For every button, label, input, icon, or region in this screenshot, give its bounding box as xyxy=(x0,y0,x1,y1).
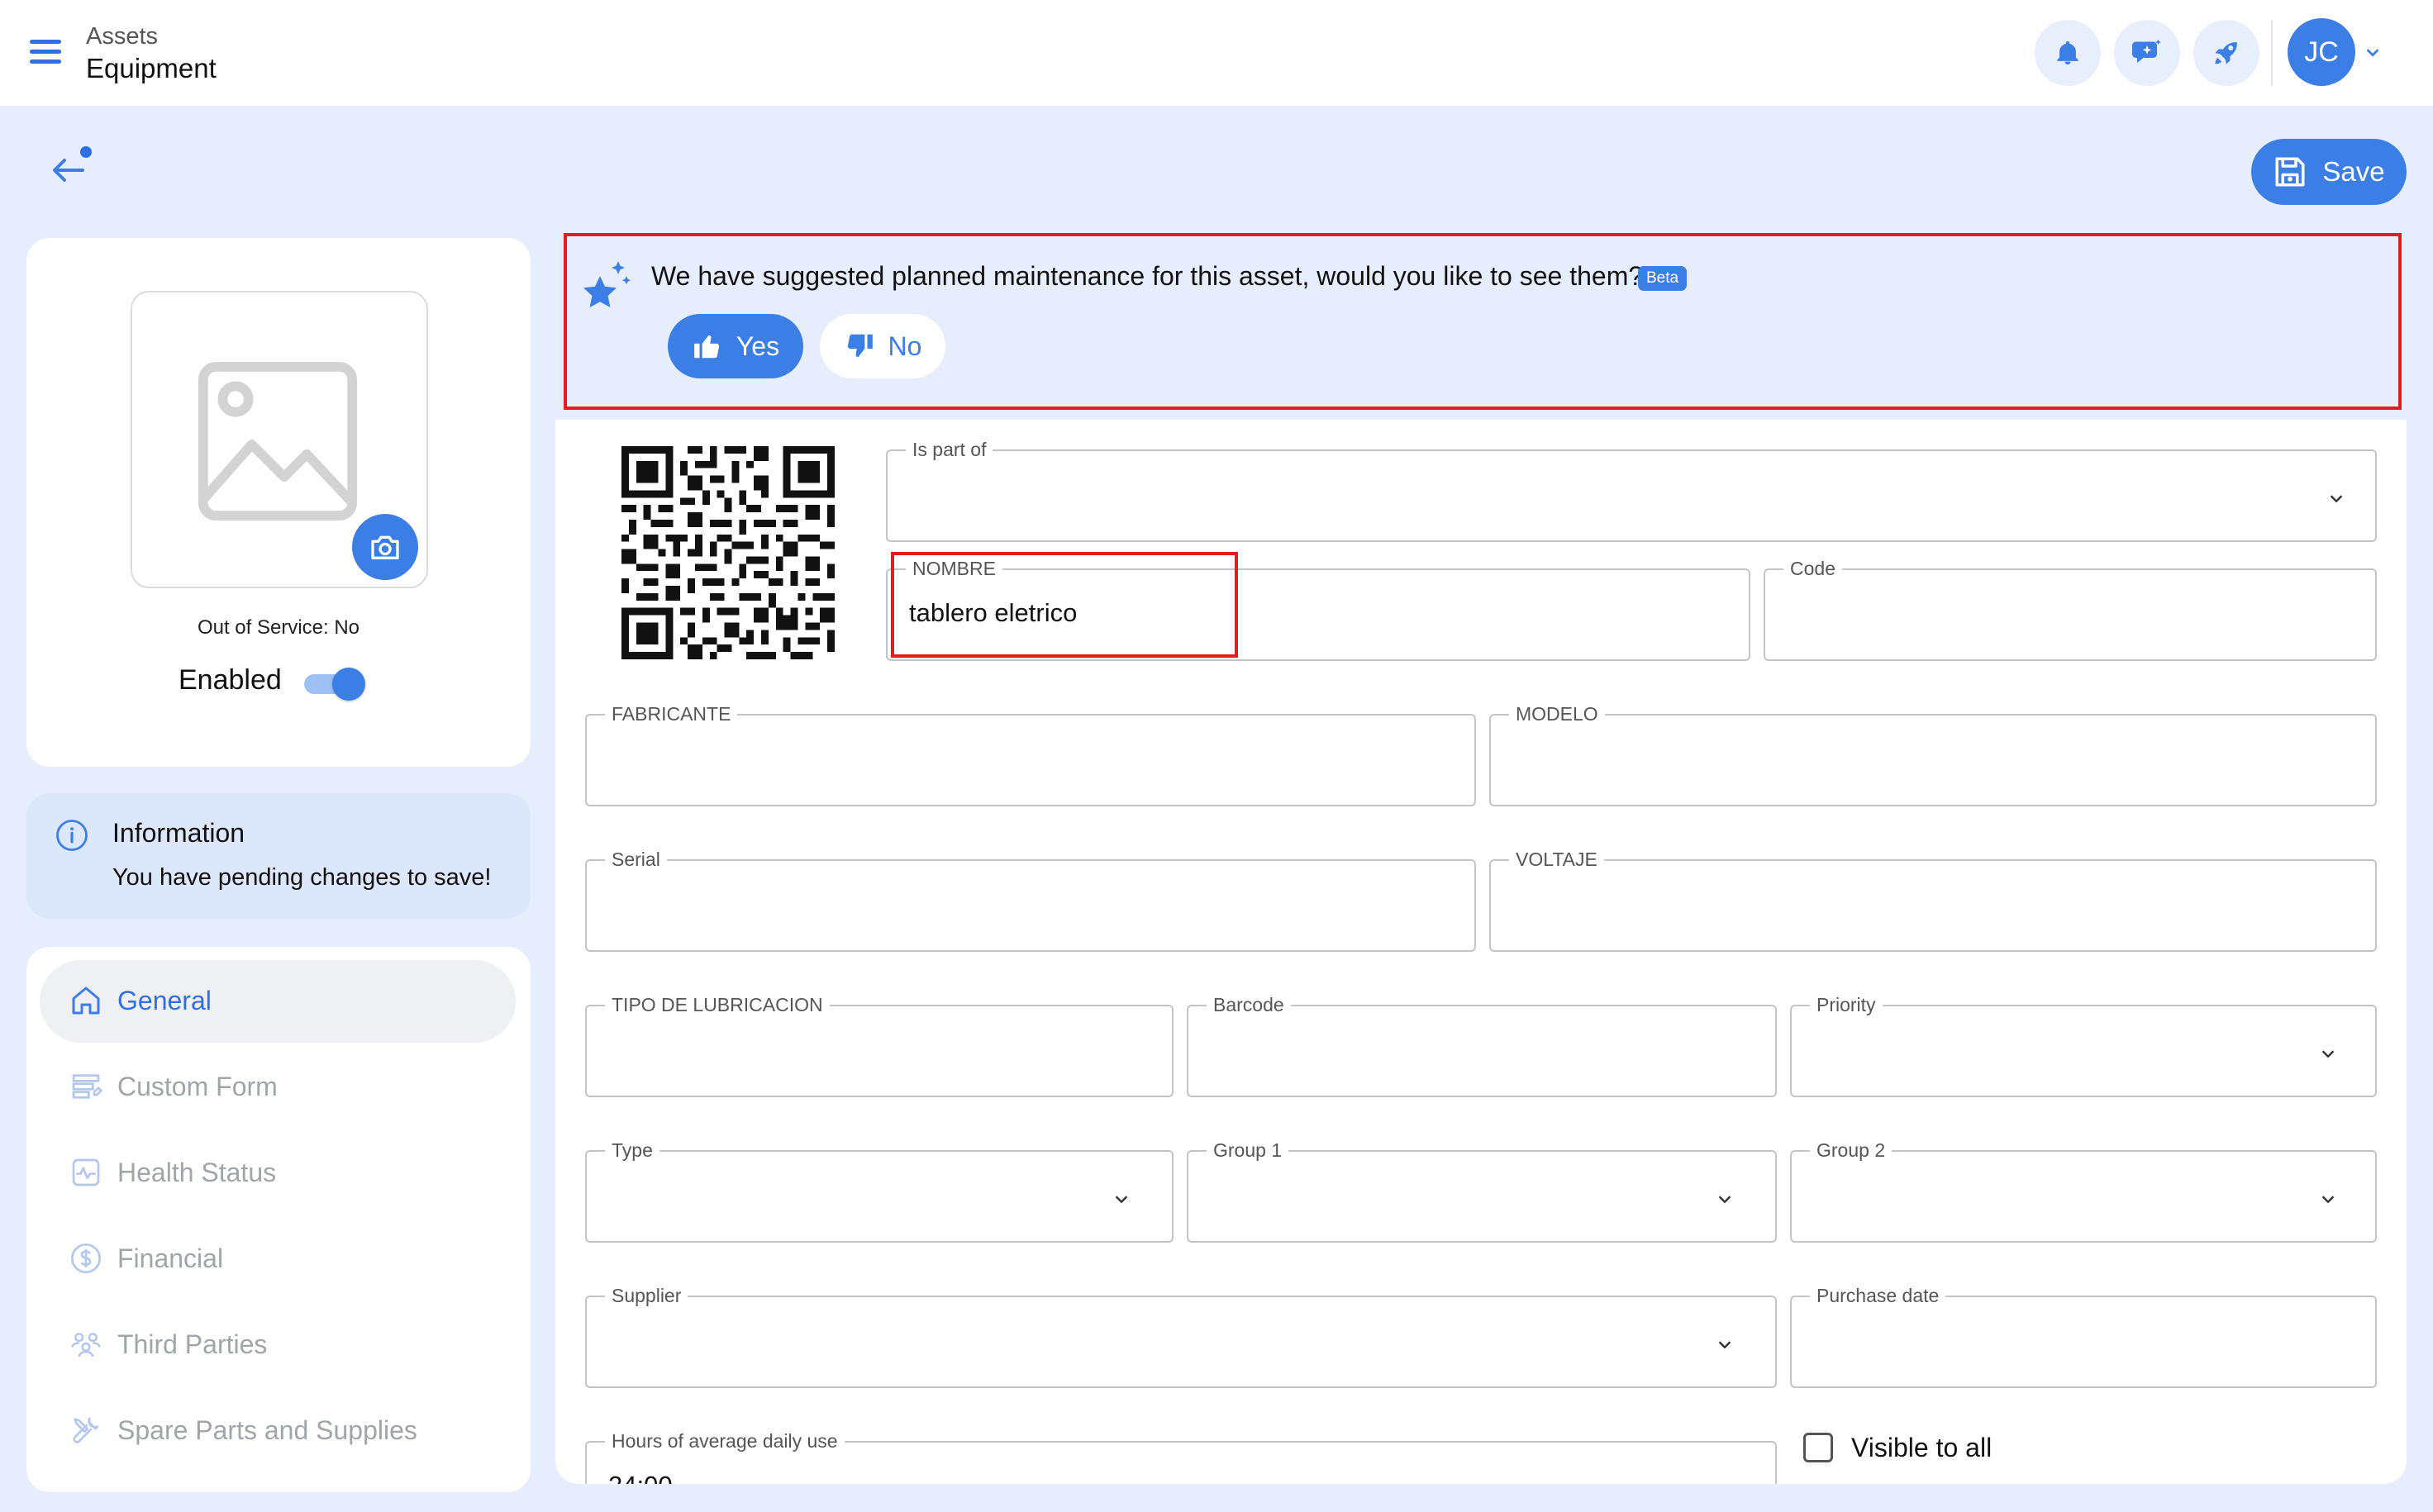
fabricante-field[interactable]: FABRICANTE xyxy=(585,702,1476,806)
barcode-field[interactable]: Barcode xyxy=(1187,993,1777,1097)
is-part-of-label: Is part of xyxy=(906,438,993,461)
purchase-date-field[interactable]: Purchase date xyxy=(1790,1284,2377,1388)
type-select[interactable]: Type xyxy=(585,1139,1174,1243)
qr-code[interactable] xyxy=(621,446,835,659)
enabled-label: Enabled xyxy=(179,664,282,696)
no-button[interactable]: No xyxy=(820,314,945,378)
type-label: Type xyxy=(605,1139,659,1162)
chat-sparkle-icon xyxy=(2132,39,2161,63)
back-button[interactable] xyxy=(46,145,96,195)
nav-item-label: Custom Form xyxy=(117,1071,278,1101)
nav-item-label: Third Parties xyxy=(117,1329,268,1359)
chat-button[interactable] xyxy=(2114,20,2180,86)
fabricante-label: FABRICANTE xyxy=(605,702,738,725)
launch-button[interactable] xyxy=(2193,20,2259,86)
supplier-select[interactable]: Supplier xyxy=(585,1284,1777,1388)
upload-photo-button[interactable] xyxy=(352,514,418,580)
tipo-lubricacion-label: TIPO DE LUBRICACION xyxy=(605,993,830,1016)
people-icon xyxy=(71,1333,101,1357)
priority-label: Priority xyxy=(1810,993,1883,1016)
floppy-disk-icon xyxy=(2275,157,2305,187)
chevron-down-icon xyxy=(1718,1341,1731,1349)
nav-item-label: Spare Parts and Supplies xyxy=(117,1415,417,1445)
barcode-label: Barcode xyxy=(1207,993,1291,1016)
info-card xyxy=(26,793,531,919)
is-part-of-select[interactable]: Is part of xyxy=(886,438,2377,542)
highlight-box xyxy=(891,552,1238,658)
chevron-down-icon xyxy=(1115,1196,1128,1204)
serial-label: Serial xyxy=(605,848,667,871)
tools-icon xyxy=(73,1417,99,1443)
page-title: Equipment xyxy=(86,53,217,83)
group1-label: Group 1 xyxy=(1207,1139,1289,1162)
group2-label: Group 2 xyxy=(1810,1139,1893,1162)
serial-field[interactable]: Serial xyxy=(585,848,1476,952)
chevron-down-icon xyxy=(1718,1196,1731,1204)
nav-item-third-parties[interactable]: Third Parties xyxy=(69,1324,267,1365)
hours-daily-use-clip: 24:00 xyxy=(587,1443,1775,1484)
chevron-down-icon xyxy=(2321,1196,2335,1204)
camera-icon xyxy=(371,535,399,559)
info-title: Information xyxy=(112,818,245,848)
image-placeholder-icon xyxy=(198,361,358,521)
voltaje-field[interactable]: VOLTAJE xyxy=(1489,848,2377,952)
breadcrumb-parent[interactable]: Assets xyxy=(86,23,158,50)
chevron-down-icon xyxy=(2330,495,2343,503)
nav-item-custom-form[interactable]: Custom Form xyxy=(69,1066,278,1107)
priority-select[interactable]: Priority xyxy=(1790,993,2377,1097)
nav-item-label: Financial xyxy=(117,1243,224,1273)
nav-item-general[interactable]: General xyxy=(69,980,212,1021)
suggestion-text: We have suggested planned maintenance fo… xyxy=(651,261,1644,291)
hours-daily-use-value: 24:00 xyxy=(608,1471,673,1484)
arrow-left-icon xyxy=(53,146,92,182)
yes-button[interactable]: Yes xyxy=(668,314,803,378)
home-icon xyxy=(72,987,100,1015)
rocket-icon xyxy=(2215,42,2237,64)
info-message: You have pending changes to save! xyxy=(112,864,492,891)
save-label: Save xyxy=(2322,156,2385,187)
visible-to-all-checkbox[interactable] xyxy=(1803,1433,1833,1462)
nav-item-health-status[interactable]: Health Status xyxy=(69,1152,276,1193)
avatar[interactable]: JC xyxy=(2288,18,2355,86)
form-icon xyxy=(72,1074,102,1099)
supplier-label: Supplier xyxy=(605,1284,688,1307)
nav-item-label: Health Status xyxy=(117,1157,277,1187)
sparkle-star-icon xyxy=(583,261,631,307)
info-icon xyxy=(56,820,88,851)
voltaje-label: VOLTAJE xyxy=(1509,848,1604,871)
group2-select[interactable]: Group 2 xyxy=(1790,1139,2377,1243)
visible-to-all-label[interactable]: Visible to all xyxy=(1851,1433,1992,1463)
out-of-service-status: Out of Service: No xyxy=(197,616,360,639)
dollar-icon xyxy=(71,1243,101,1273)
purchase-date-label: Purchase date xyxy=(1810,1284,1946,1307)
save-button[interactable]: Save xyxy=(2251,139,2407,205)
code-label: Code xyxy=(1783,557,1842,580)
yes-label: Yes xyxy=(736,330,780,361)
tipo-lubricacion-field[interactable]: TIPO DE LUBRICACION xyxy=(585,993,1174,1097)
thumbs-down-icon xyxy=(847,334,873,358)
bell-icon xyxy=(2057,40,2078,65)
chevron-down-icon[interactable] xyxy=(2364,43,2382,61)
code-field[interactable]: Code xyxy=(1764,557,2377,661)
thumbs-up-icon xyxy=(694,335,720,359)
enabled-toggle[interactable] xyxy=(301,668,365,701)
nav-item-label: General xyxy=(117,985,212,1015)
beta-badge: Beta xyxy=(1638,266,1688,291)
chevron-down-icon xyxy=(2321,1050,2335,1058)
nav-item-financial[interactable]: Financial xyxy=(69,1238,223,1279)
notifications-button[interactable] xyxy=(2035,20,2101,86)
header-divider xyxy=(2271,20,2273,86)
nav-item-spare-parts[interactable]: Spare Parts and Supplies xyxy=(69,1410,417,1451)
health-icon xyxy=(72,1158,100,1186)
menu-icon[interactable] xyxy=(30,40,61,64)
no-label: No xyxy=(888,330,922,361)
modelo-field[interactable]: MODELO xyxy=(1489,702,2377,806)
modelo-label: MODELO xyxy=(1509,702,1605,725)
group1-select[interactable]: Group 1 xyxy=(1187,1139,1777,1243)
